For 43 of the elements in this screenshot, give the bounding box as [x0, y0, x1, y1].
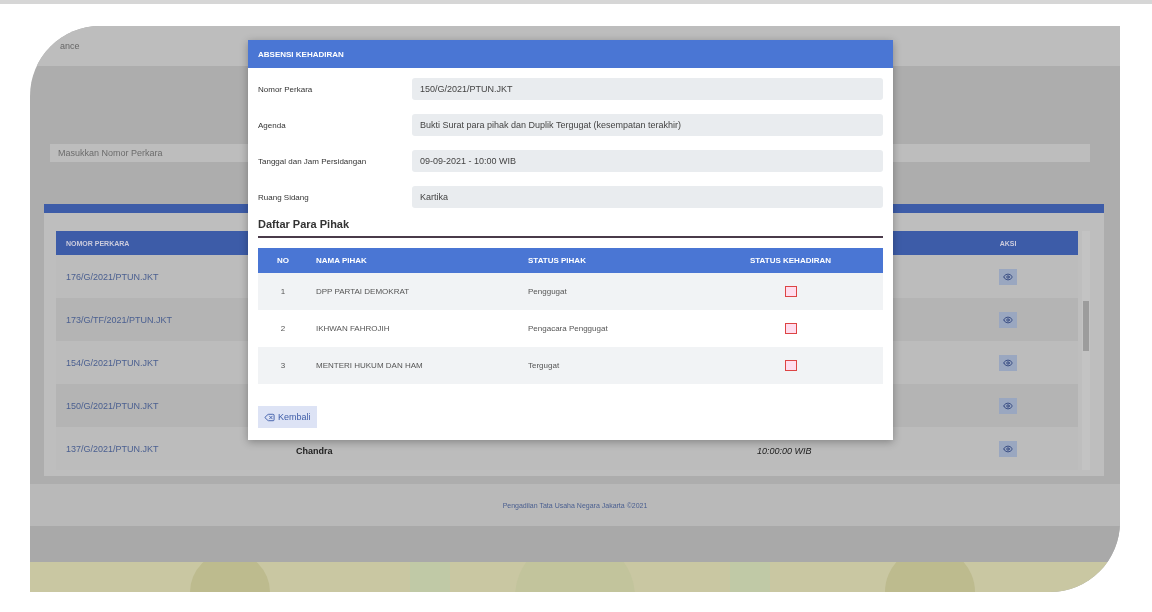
- view-button[interactable]: [999, 354, 1017, 371]
- column-header: STATUS PIHAK: [527, 256, 587, 265]
- view-button[interactable]: [999, 440, 1017, 457]
- table-cell: 10:00:00 WIB: [757, 445, 812, 456]
- name-cell-text: IKHWAN FAHROJIH: [315, 324, 391, 333]
- field-value: Bukti Surat para pihak dan Duplik Tergugat (kesempatan terakhir): [412, 114, 883, 136]
- eye-icon: [1003, 314, 1013, 325]
- status-cell-text: Tergugat: [527, 361, 561, 370]
- field-label: Nomor Perkara: [258, 84, 314, 94]
- column-header: NO: [276, 256, 290, 265]
- table-cell: Chandra: [296, 445, 333, 456]
- name-cell-text: MENTERI HUKUM DAN HAM: [315, 361, 424, 370]
- field-value: 09-09-2021 - 10:00 WIB: [412, 150, 883, 172]
- attendance-checkbox[interactable]: [784, 360, 797, 371]
- field-value: Kartika: [412, 186, 883, 208]
- field-label: Agenda: [258, 120, 287, 130]
- page-title: ance: [60, 41, 80, 51]
- column-header: NAMA PIHAK: [315, 256, 368, 265]
- field-value: 150/G/2021/PTUN.JKT: [412, 78, 883, 100]
- scrollbar[interactable]: [1082, 231, 1090, 470]
- number-cell-text: 1: [279, 287, 287, 296]
- view-button[interactable]: [999, 268, 1017, 285]
- eye-icon: [1003, 400, 1013, 411]
- dialog-title: ABSENSI KEHADIRAN: [258, 49, 344, 59]
- column-header: STATUS KEHADIRAN: [748, 256, 832, 265]
- back-button[interactable]: Kembali: [258, 406, 317, 428]
- number-cell-text: 3: [279, 361, 287, 370]
- field-label: Ruang Sidang: [258, 192, 310, 202]
- attendance-checkbox[interactable]: [784, 323, 797, 334]
- backspace-icon: [264, 411, 275, 423]
- attendance-checkbox[interactable]: [784, 286, 797, 297]
- eye-icon: [1003, 443, 1013, 454]
- case-number-cell[interactable]: 137/G/2021/PTUN.JKT: [66, 443, 266, 454]
- status-cell-text: Penggugat: [527, 287, 568, 296]
- status-cell-text: Pengacara Penggugat: [527, 324, 609, 333]
- number-cell-text: 2: [279, 324, 287, 333]
- eye-icon: [1003, 271, 1013, 282]
- name-cell-text: DPP PARTAI DEMOKRAT: [315, 287, 411, 296]
- view-button[interactable]: [999, 397, 1017, 414]
- view-button[interactable]: [999, 311, 1017, 328]
- eye-icon: [1003, 357, 1013, 368]
- section-title: Daftar Para Pihak: [258, 218, 883, 238]
- field-label: Tanggal dan Jam Persidangan: [258, 156, 368, 166]
